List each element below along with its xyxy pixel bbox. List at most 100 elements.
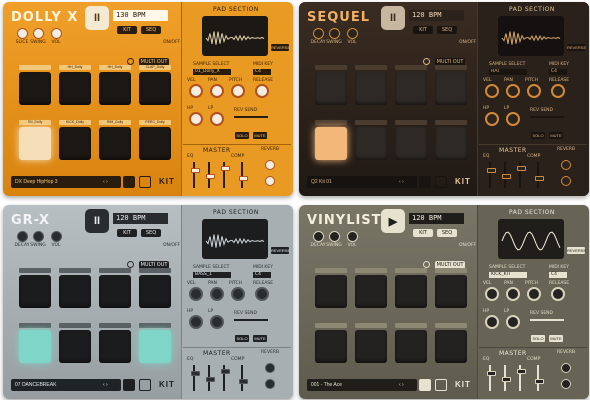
midi-key-field[interactable]: C4 <box>253 69 271 75</box>
reverse-button[interactable]: REVERSE <box>271 44 290 51</box>
reverb-knob[interactable] <box>265 160 275 170</box>
rev-send-slider[interactable] <box>530 319 564 321</box>
top-knob[interactable] <box>51 231 62 242</box>
fader-cap[interactable] <box>516 369 526 374</box>
top-knob[interactable] <box>33 28 44 39</box>
fader-cap[interactable] <box>534 176 544 181</box>
top-knob[interactable] <box>347 231 358 242</box>
user-icon[interactable] <box>127 261 134 268</box>
reverse-button[interactable]: REVERSE <box>567 247 586 254</box>
master-fader[interactable] <box>486 162 496 188</box>
fader-cap[interactable] <box>516 166 526 171</box>
solo-button[interactable]: SOLO <box>235 132 249 139</box>
kit-toggle-button[interactable]: KIT <box>413 229 433 237</box>
save-icon[interactable] <box>435 176 447 188</box>
solo-button[interactable]: SOLO <box>531 335 545 342</box>
top-knob[interactable] <box>33 231 44 242</box>
drum-pad[interactable] <box>435 275 467 308</box>
reverse-button[interactable]: REVERSE <box>271 247 290 254</box>
param-knob[interactable] <box>210 287 224 301</box>
param-knob[interactable] <box>506 287 520 301</box>
drum-pad[interactable] <box>355 275 387 308</box>
fader-cap[interactable] <box>205 174 215 179</box>
master-fader[interactable] <box>486 365 496 391</box>
drum-pad[interactable] <box>139 330 171 363</box>
kit-toggle-button[interactable]: KIT <box>117 26 137 34</box>
midi-key-field[interactable]: C4 <box>549 69 567 75</box>
rev-send-slider[interactable] <box>234 319 268 321</box>
drum-pad[interactable] <box>355 127 387 160</box>
master-fader[interactable] <box>534 162 544 188</box>
save-icon[interactable] <box>139 379 151 391</box>
drum-pad[interactable] <box>99 275 131 308</box>
reverb-knob[interactable] <box>265 363 275 373</box>
master-fader[interactable] <box>205 162 215 188</box>
drum-pad[interactable] <box>435 330 467 363</box>
preset-arrows-icon[interactable]: ‹ › <box>103 179 113 185</box>
param-knob[interactable] <box>210 315 224 329</box>
param-knob[interactable] <box>506 112 520 126</box>
param-knob[interactable] <box>485 315 499 329</box>
solo-button[interactable]: SOLO <box>235 335 249 342</box>
sample-name-field[interactable]: BASS_1 <box>193 272 231 278</box>
param-knob[interactable] <box>506 84 520 98</box>
drum-pad[interactable] <box>19 127 51 160</box>
midi-key-field[interactable]: C4 <box>549 272 567 278</box>
fader-cap[interactable] <box>501 174 511 179</box>
fader-cap[interactable] <box>220 166 230 171</box>
fader-cap[interactable] <box>190 168 200 173</box>
reverb-knob[interactable] <box>561 176 571 186</box>
fader-cap[interactable] <box>190 371 200 376</box>
drum-pad[interactable] <box>139 127 171 160</box>
solo-button[interactable]: SOLO <box>531 132 545 139</box>
drum-pad[interactable] <box>19 72 51 105</box>
bpm-field[interactable]: 120 BPM <box>113 213 168 224</box>
rev-send-slider[interactable] <box>234 116 268 118</box>
fader-cap[interactable] <box>238 176 248 181</box>
param-knob[interactable] <box>189 112 203 126</box>
param-knob[interactable] <box>485 84 499 98</box>
param-knob[interactable] <box>551 287 565 301</box>
reverb-knob[interactable] <box>265 379 275 389</box>
top-knob[interactable] <box>329 231 340 242</box>
param-knob[interactable] <box>255 287 269 301</box>
reverb-knob[interactable] <box>561 160 571 170</box>
master-fader[interactable] <box>190 162 200 188</box>
mute-button[interactable]: MUTE <box>549 132 563 139</box>
play-pause-button[interactable]: II <box>85 209 109 233</box>
save-icon[interactable] <box>139 176 151 188</box>
top-knob[interactable] <box>51 28 62 39</box>
seq-toggle-button[interactable]: SEQ <box>437 229 457 237</box>
user-icon[interactable] <box>127 58 134 65</box>
sample-name-field[interactable]: HAT <box>489 69 527 75</box>
drum-pad[interactable] <box>355 72 387 105</box>
drum-pad[interactable] <box>395 72 427 105</box>
user-icon[interactable] <box>423 261 430 268</box>
master-fader[interactable] <box>205 365 215 391</box>
drum-pad[interactable] <box>99 72 131 105</box>
play-pause-button[interactable]: II <box>85 6 109 30</box>
param-knob[interactable] <box>255 84 269 98</box>
param-knob[interactable] <box>210 84 224 98</box>
param-knob[interactable] <box>189 315 203 329</box>
mute-button[interactable]: MUTE <box>253 132 267 139</box>
kit-toggle-button[interactable]: KIT <box>117 229 137 237</box>
param-knob[interactable] <box>551 84 565 98</box>
dropdown-icon[interactable] <box>123 379 135 391</box>
kit-toggle-button[interactable]: KIT <box>413 26 433 34</box>
drum-pad[interactable] <box>355 330 387 363</box>
drum-pad[interactable] <box>59 127 91 160</box>
master-fader[interactable] <box>238 162 248 188</box>
master-fader[interactable] <box>190 365 200 391</box>
drum-pad[interactable] <box>139 275 171 308</box>
drum-pad[interactable] <box>395 275 427 308</box>
param-knob[interactable] <box>231 84 245 98</box>
fader-cap[interactable] <box>486 168 496 173</box>
param-knob[interactable] <box>189 84 203 98</box>
param-knob[interactable] <box>189 287 203 301</box>
top-knob[interactable] <box>347 28 358 39</box>
fader-cap[interactable] <box>220 369 230 374</box>
drum-pad[interactable] <box>19 275 51 308</box>
drum-pad[interactable] <box>315 330 347 363</box>
param-knob[interactable] <box>231 287 245 301</box>
